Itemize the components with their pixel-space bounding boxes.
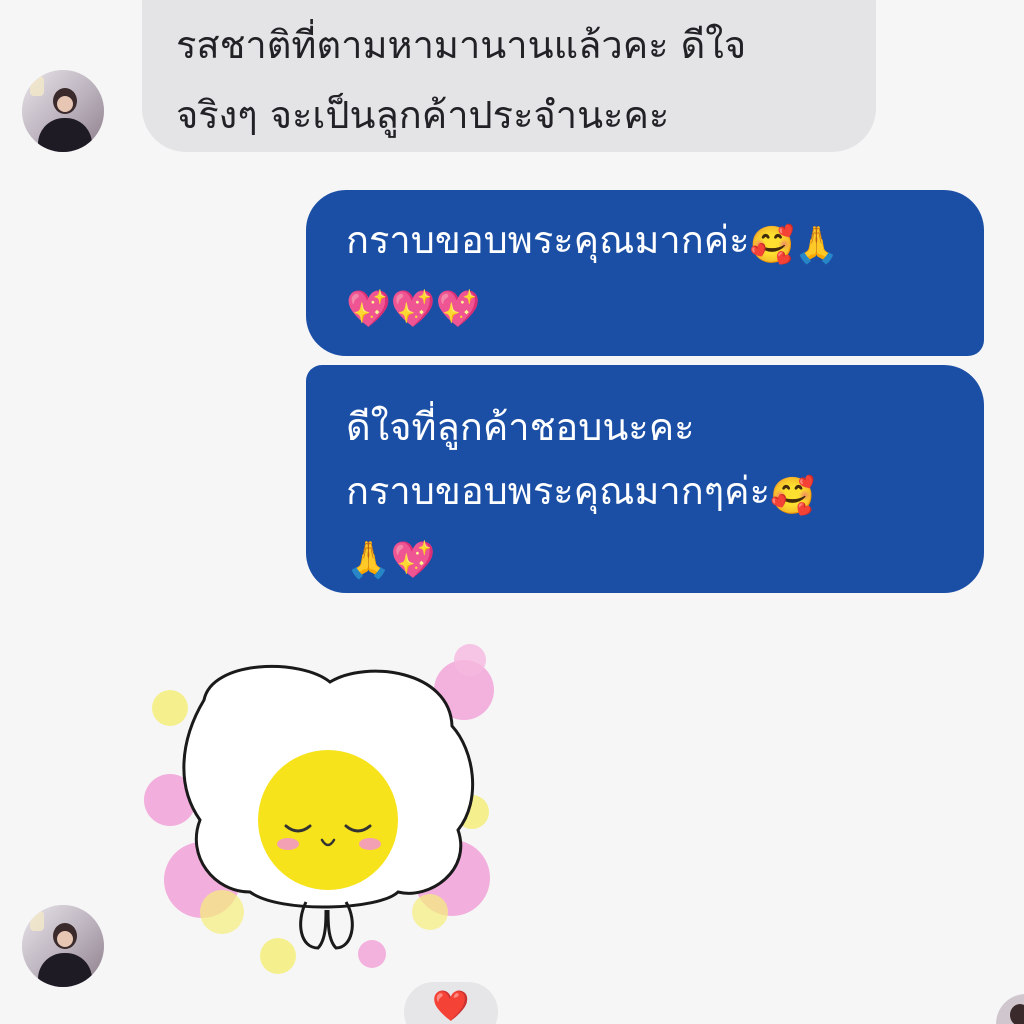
- avatar-detail: [30, 76, 44, 96]
- message-text-line: กราบขอบพระคุณมากๆค่ะ🥰: [346, 459, 956, 523]
- avatar-face: [57, 96, 73, 112]
- outgoing-message-bubble[interactable]: ดีใจที่ลูกค้าชอบนะคะ กราบขอบพระคุณมากๆค่…: [306, 365, 984, 593]
- avatar-face: [57, 931, 73, 947]
- glow-dot: [260, 938, 296, 974]
- sender-avatar[interactable]: [22, 70, 104, 152]
- message-text-line: ดีใจที่ลูกค้าชอบนะคะ: [346, 405, 695, 449]
- emoji-sparkling-hearts: 💖💖💖: [346, 289, 481, 330]
- message-text-line: จริงๆ จะเป็นลูกค้าประจำนะคะ: [176, 93, 670, 137]
- message-text-line: รสชาติที่ตามหามานานแล้วคะ ดีใจ: [176, 23, 747, 67]
- emoji-smiling-hearts: 🥰: [769, 476, 815, 517]
- outgoing-message-bubble[interactable]: กราบขอบพระคุณมากค่ะ🥰🙏 💖💖💖: [306, 190, 984, 356]
- message-text: กราบขอบพระคุณมากค่ะ: [346, 218, 750, 262]
- glow-dot: [412, 894, 448, 930]
- message-text: กราบขอบพระคุณมากๆค่ะ: [346, 469, 770, 513]
- incoming-message-bubble[interactable]: รสชาติที่ตามหามานานแล้วคะ ดีใจ จริงๆ จะเ…: [142, 0, 876, 152]
- glow-dot: [200, 890, 244, 934]
- avatar-hair: [1010, 1004, 1024, 1024]
- sun-face: [258, 750, 398, 890]
- sender-avatar[interactable]: [22, 905, 104, 987]
- message-text-line: 🙏💖: [346, 523, 956, 587]
- heart-reaction-icon: ❤️: [432, 989, 470, 1024]
- seen-avatar: [996, 994, 1024, 1024]
- glow-dot: [358, 940, 386, 968]
- blush: [277, 838, 299, 850]
- message-text-line: 💖💖💖: [346, 272, 956, 336]
- message-text-line: กราบขอบพระคุณมากค่ะ🥰🙏: [346, 208, 956, 272]
- emoji-smiling-hearts-pray: 🥰🙏: [749, 225, 840, 266]
- praying-sun-sticker[interactable]: [130, 630, 510, 990]
- glow-dot: [454, 644, 486, 676]
- praying-hand-left: [299, 901, 328, 950]
- glow-dot: [152, 690, 188, 726]
- praying-hand-right: [326, 901, 354, 950]
- emoji-pray-heart: 🙏💖: [346, 540, 436, 581]
- blush: [359, 838, 381, 850]
- heart-reaction[interactable]: ❤️: [404, 982, 498, 1024]
- avatar-detail: [30, 911, 44, 931]
- chat-thread: รสชาติที่ตามหามานานแล้วคะ ดีใจ จริงๆ จะเ…: [0, 0, 1024, 1024]
